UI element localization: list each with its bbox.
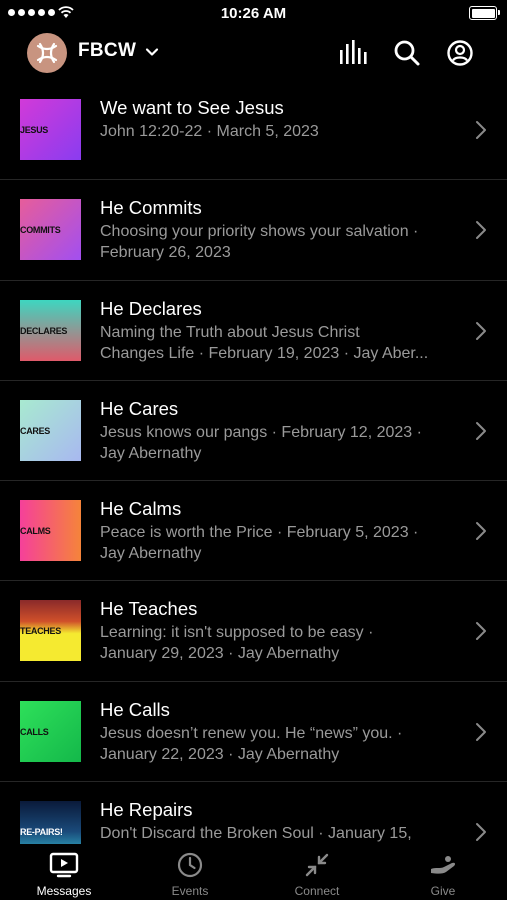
chevron-right-icon	[476, 522, 486, 541]
thumbnail-label: COMMITS	[20, 225, 61, 236]
message-subtitle: Learning: it isn't supposed to be easy ·…	[100, 624, 374, 663]
message-list[interactable]: JESUS We want to See Jesus John 12:20-22…	[0, 80, 507, 844]
clock-icon	[177, 852, 203, 878]
message-item[interactable]: CALLS He Calls Jesus doesn’t renew you. …	[0, 682, 507, 783]
chevron-right-icon	[476, 221, 486, 240]
hand-give-icon	[431, 856, 456, 874]
chevron-right-icon	[476, 823, 486, 842]
message-subtitle: Peace is worth the Price · February 5, 2…	[100, 524, 419, 563]
thumbnail-label: CALMS	[20, 526, 51, 537]
message-subtitle: Jesus knows our pangs · February 12, 202…	[100, 423, 422, 462]
message-title: He Commits	[100, 197, 202, 219]
message-thumbnail: CALLS	[20, 700, 81, 762]
message-title: He Teaches	[100, 598, 198, 620]
message-subtitle: Don't Discard the Broken Soul · January …	[100, 825, 412, 843]
connect-arrows-icon	[305, 853, 329, 877]
app-header: FBCW	[0, 28, 507, 80]
tab-messages[interactable]: Messages	[14, 844, 114, 900]
chevron-down-icon[interactable]	[144, 44, 160, 60]
message-title: We want to See Jesus	[100, 97, 284, 118]
thumbnail-label: CARES	[20, 425, 51, 436]
tab-give[interactable]: Give	[393, 844, 493, 900]
tab-bar: Messages Events Connect Give	[0, 844, 507, 900]
church-logo[interactable]	[27, 33, 67, 73]
message-thumbnail: TEACHES	[20, 600, 81, 662]
chevron-right-icon	[476, 722, 486, 741]
message-item[interactable]: CALMS He Calms Peace is worth the Price …	[0, 481, 507, 582]
tab-label: Events	[171, 884, 209, 898]
tab-events[interactable]: Events	[140, 844, 240, 900]
status-bar: 10:26 AM	[0, 0, 507, 28]
battery-icon	[469, 6, 500, 20]
thumbnail-label: RE-PAIRS!	[20, 827, 63, 838]
audio-bars-icon[interactable]	[338, 38, 368, 68]
message-item[interactable]: CARES He Cares Jesus knows our pangs · F…	[0, 381, 507, 482]
message-subtitle: Jesus doesn’t renew you. He “news” you. …	[100, 724, 403, 763]
status-time: 10:26 AM	[220, 5, 287, 22]
account-icon[interactable]	[445, 38, 475, 68]
chevron-right-icon	[476, 622, 486, 641]
search-icon[interactable]	[392, 38, 422, 68]
message-thumbnail: DECLARES	[20, 299, 81, 361]
message-title: He Repairs	[100, 799, 193, 821]
tab-connect[interactable]: Connect	[267, 844, 367, 900]
chevron-right-icon	[476, 321, 486, 340]
logo-mark-icon	[36, 42, 58, 64]
message-thumbnail: CALMS	[20, 500, 81, 562]
message-thumbnail: CARES	[20, 399, 81, 461]
message-thumbnail: JESUS	[20, 99, 81, 160]
message-title: He Calls	[100, 698, 170, 720]
message-subtitle: Choosing your priority shows your salvat…	[100, 223, 419, 262]
tab-label: Messages	[36, 884, 92, 898]
message-thumbnail: COMMITS	[20, 199, 81, 261]
thumbnail-label: DECLARES	[20, 325, 68, 336]
thumbnail-label: JESUS	[20, 125, 49, 135]
thumbnail-label: TEACHES	[20, 626, 61, 637]
tab-label: Connect	[294, 884, 340, 898]
message-item[interactable]: JESUS We want to See Jesus John 12:20-22…	[0, 80, 507, 181]
message-item[interactable]: TEACHES He Teaches Learning: it isn't su…	[0, 581, 507, 682]
message-title: He Calms	[100, 498, 182, 520]
message-item[interactable]: DECLARES He Declares Naming the Truth ab…	[0, 281, 507, 381]
tv-icon	[49, 852, 79, 878]
message-subtitle: John 12:20-22 · March 5, 2023	[100, 123, 319, 140]
tab-label: Give	[430, 884, 456, 898]
thumbnail-label: CALLS	[20, 726, 49, 737]
chevron-right-icon	[476, 121, 486, 139]
message-title: He Cares	[100, 397, 179, 419]
message-title: He Declares	[100, 297, 202, 319]
message-thumbnail: RE-PAIRS!	[20, 801, 81, 844]
message-item[interactable]: RE-PAIRS! He Repairs Don't Discard the B…	[0, 782, 507, 844]
church-name[interactable]: FBCW	[78, 40, 136, 62]
message-subtitle: Naming the Truth about Jesus Christ Chan…	[100, 323, 429, 362]
message-item[interactable]: COMMITS He Commits Choosing your priorit…	[0, 180, 507, 281]
chevron-right-icon	[476, 421, 486, 440]
